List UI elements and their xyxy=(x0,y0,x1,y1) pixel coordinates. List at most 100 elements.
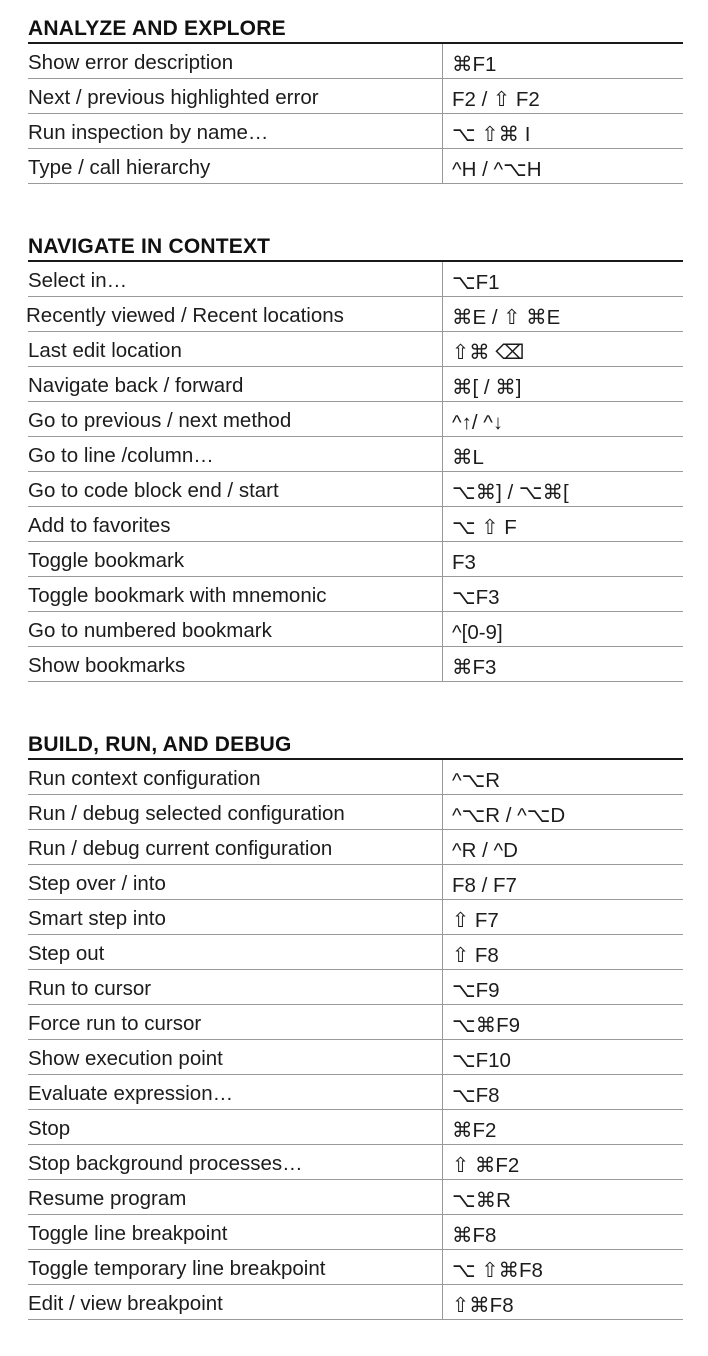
shortcut-keys: ⌘F8 xyxy=(452,1223,497,1247)
shortcut-keys: ⌘E / ⇧ ⌘E xyxy=(452,305,561,329)
shortcut-row: Go to previous / next method ^↑/ ^↓ xyxy=(28,402,683,437)
column-divider xyxy=(442,1040,443,1074)
shortcut-description: Run / debug selected configuration xyxy=(28,802,345,825)
shortcut-row: Run to cursor ⌥F9 xyxy=(28,970,683,1005)
shortcut-description: Toggle line breakpoint xyxy=(28,1222,228,1245)
shortcut-keys: ⌥F8 xyxy=(452,1083,500,1107)
shortcut-keys: F2 / ⇧ F2 xyxy=(452,87,540,111)
shortcut-keys: ⌥⌘R xyxy=(452,1188,511,1212)
column-divider xyxy=(442,1075,443,1109)
shortcut-keys: ⌘F3 xyxy=(452,655,497,679)
shortcut-row: Toggle bookmark with mnemonic ⌥F3 xyxy=(28,577,683,612)
column-divider xyxy=(442,437,443,471)
shortcut-keys: ⌥⌘F9 xyxy=(452,1013,521,1037)
shortcut-row: Go to code block end / start ⌥⌘] / ⌥⌘[ xyxy=(28,472,683,507)
section-build-run-and-debug: BUILD, RUN, AND DEBUG Run context config… xyxy=(28,732,683,1320)
shortcut-keys: F3 xyxy=(452,550,476,574)
column-divider xyxy=(442,935,443,969)
section-title: NAVIGATE IN CONTEXT xyxy=(28,234,683,262)
shortcut-row: Go to numbered bookmark ^[0-9] xyxy=(28,612,683,647)
shortcut-description: Show bookmarks xyxy=(28,654,186,677)
column-divider xyxy=(442,1285,443,1319)
shortcut-keys: ⌥F1 xyxy=(452,270,500,294)
section-navigate-in-context: NAVIGATE IN CONTEXT Select in… ⌥F1 Recent… xyxy=(26,234,683,682)
shortcut-description: Resume program xyxy=(28,1187,187,1210)
shortcut-keys: ⌘[ / ⌘] xyxy=(452,375,522,399)
shortcut-description: Run context configuration xyxy=(28,767,261,790)
shortcut-keys: ⌥F3 xyxy=(452,585,500,609)
shortcut-keys: ^⌥R xyxy=(452,768,501,792)
shortcut-row: Step out ⇧ F8 xyxy=(28,935,683,970)
shortcut-keys: ⇧ F7 xyxy=(452,908,499,932)
section-title-text: ANALYZE AND EXPLORE xyxy=(28,17,286,40)
column-divider xyxy=(442,1110,443,1144)
shortcut-description: Go to code block end / start xyxy=(28,479,279,502)
shortcut-row: Go to line /column… ⌘L xyxy=(28,437,683,472)
shortcut-description: Stop xyxy=(28,1117,71,1140)
column-divider xyxy=(442,1215,443,1249)
column-divider xyxy=(442,612,443,646)
shortcut-row: Toggle line breakpoint ⌘F8 xyxy=(28,1215,683,1250)
shortcut-description: Step over / into xyxy=(28,872,166,895)
shortcut-description: Navigate back / forward xyxy=(28,374,244,397)
shortcut-row: Stop ⌘F2 xyxy=(28,1110,683,1145)
shortcut-row: Select in… ⌥F1 xyxy=(28,262,683,297)
shortcut-description: Force run to cursor xyxy=(28,1012,202,1035)
shortcut-row: Run / debug selected configuration ^⌥R / … xyxy=(28,795,683,830)
shortcut-keys: ⌥F10 xyxy=(452,1048,511,1072)
column-divider xyxy=(442,1180,443,1214)
shortcut-keys: ⌥ ⇧ F xyxy=(452,515,517,539)
shortcut-description: Run inspection by name… xyxy=(28,121,269,144)
column-divider xyxy=(442,472,443,506)
column-divider xyxy=(442,830,443,864)
column-divider xyxy=(442,1250,443,1284)
shortcut-description: Evaluate expression… xyxy=(28,1082,234,1105)
shortcut-row: Next / previous highlighted error F2 / ⇧ … xyxy=(28,79,683,114)
shortcut-row: Show bookmarks ⌘F3 xyxy=(28,647,683,682)
column-divider xyxy=(442,149,443,183)
shortcut-row: Toggle temporary line breakpoint ⌥ ⇧⌘F8 xyxy=(28,1250,683,1285)
shortcut-description: Toggle bookmark xyxy=(28,549,185,572)
shortcut-description: Smart step into xyxy=(28,907,166,930)
shortcut-keys: ⌘F1 xyxy=(452,52,497,76)
column-divider xyxy=(442,1145,443,1179)
shortcut-row: Navigate back / forward ⌘[ / ⌘] xyxy=(28,367,683,402)
shortcut-keys: ⌥F9 xyxy=(452,978,500,1002)
shortcut-description: Type / call hierarchy xyxy=(28,156,211,179)
shortcut-description: Recently viewed / Recent locations xyxy=(26,304,344,327)
shortcut-description: Run / debug current configuration xyxy=(28,837,333,860)
shortcut-row: Smart step into ⇧ F7 xyxy=(28,900,683,935)
shortcut-keys: ^⌥R / ^⌥D xyxy=(452,803,566,827)
shortcut-row: Type / call hierarchy ^H / ^⌥H xyxy=(28,149,683,184)
shortcut-description: Last edit location xyxy=(28,339,182,362)
shortcut-description: Toggle temporary line breakpoint xyxy=(28,1257,326,1280)
shortcut-description: Run to cursor xyxy=(28,977,152,1000)
shortcut-keys: ⌘L xyxy=(452,445,484,469)
shortcut-keys: ^↑/ ^↓ xyxy=(452,410,504,434)
shortcut-description: Add to favorites xyxy=(28,514,171,537)
shortcut-keys: ^[0-9] xyxy=(452,620,503,644)
shortcut-description: Toggle bookmark with mnemonic xyxy=(28,584,327,607)
shortcut-row: Add to favorites ⌥ ⇧ F xyxy=(28,507,683,542)
column-divider xyxy=(442,1005,443,1039)
column-divider xyxy=(442,795,443,829)
section-header: BUILD, RUN, AND DEBUG xyxy=(28,732,683,760)
section-title-text: BUILD, RUN, AND DEBUG xyxy=(28,733,292,756)
column-divider xyxy=(442,297,443,331)
shortcut-description: Go to line /column… xyxy=(28,444,214,467)
column-divider xyxy=(442,865,443,899)
section-header: NAVIGATE IN CONTEXT xyxy=(28,234,683,262)
shortcut-row: Recently viewed / Recent locations ⌘E / ⇧… xyxy=(26,297,683,332)
shortcut-row: Last edit location ⇧⌘ ⌫ xyxy=(28,332,683,367)
shortcut-row: Edit / view breakpoint ⇧⌘F8 xyxy=(28,1285,683,1320)
column-divider xyxy=(442,577,443,611)
column-divider xyxy=(442,367,443,401)
shortcut-row: Run / debug current configuration ^R / ^D xyxy=(28,830,683,865)
column-divider xyxy=(442,970,443,1004)
shortcut-keys: F8 / F7 xyxy=(452,873,517,897)
shortcut-keys: ⇧ ⌘F2 xyxy=(452,1153,520,1177)
shortcut-keys: ⌥ ⇧⌘ I xyxy=(452,122,531,146)
shortcut-row: Toggle bookmark F3 xyxy=(28,542,683,577)
